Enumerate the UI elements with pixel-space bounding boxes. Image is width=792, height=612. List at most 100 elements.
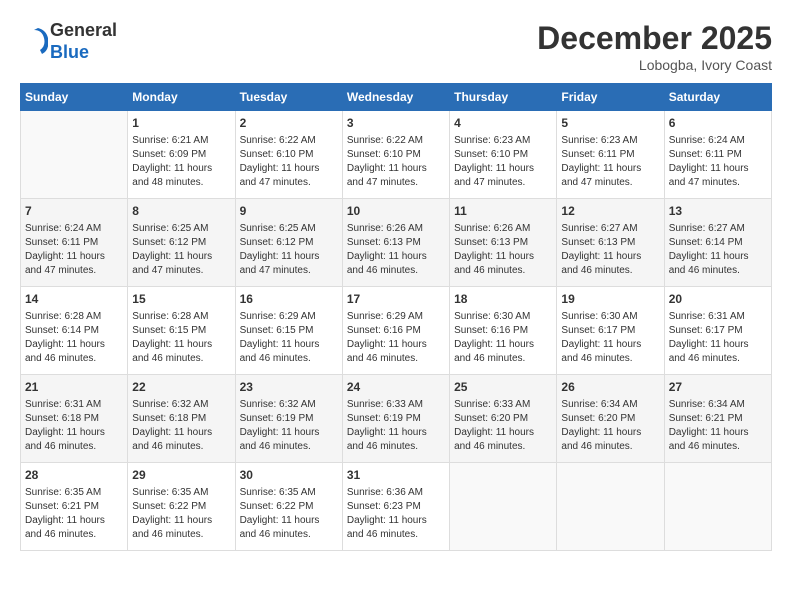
day-number: 22 bbox=[132, 379, 230, 396]
day-number: 31 bbox=[347, 467, 445, 484]
day-info: Sunrise: 6:31 AM Sunset: 6:17 PM Dayligh… bbox=[669, 310, 767, 366]
day-info: Sunrise: 6:32 AM Sunset: 6:18 PM Dayligh… bbox=[132, 398, 230, 454]
day-info: Sunrise: 6:26 AM Sunset: 6:13 PM Dayligh… bbox=[347, 222, 445, 278]
page-header: General Blue December 2025 Lobogba, Ivor… bbox=[20, 20, 772, 73]
header-tuesday: Tuesday bbox=[235, 84, 342, 111]
calendar-cell: 12 Sunrise: 6:27 AM Sunset: 6:13 PM Dayli… bbox=[557, 199, 664, 287]
day-info: Sunrise: 6:35 AM Sunset: 6:22 PM Dayligh… bbox=[240, 486, 338, 542]
day-number: 2 bbox=[240, 115, 338, 132]
day-info: Sunrise: 6:27 AM Sunset: 6:13 PM Dayligh… bbox=[561, 222, 659, 278]
header-wednesday: Wednesday bbox=[342, 84, 449, 111]
day-info: Sunrise: 6:31 AM Sunset: 6:18 PM Dayligh… bbox=[25, 398, 123, 454]
calendar-cell: 14 Sunrise: 6:28 AM Sunset: 6:14 PM Dayli… bbox=[21, 287, 128, 375]
day-info: Sunrise: 6:25 AM Sunset: 6:12 PM Dayligh… bbox=[240, 222, 338, 278]
header-saturday: Saturday bbox=[664, 84, 771, 111]
day-number: 23 bbox=[240, 379, 338, 396]
calendar-cell: 27 Sunrise: 6:34 AM Sunset: 6:21 PM Dayli… bbox=[664, 375, 771, 463]
day-number: 11 bbox=[454, 203, 552, 220]
calendar-cell: 18 Sunrise: 6:30 AM Sunset: 6:16 PM Dayli… bbox=[450, 287, 557, 375]
day-number: 30 bbox=[240, 467, 338, 484]
day-info: Sunrise: 6:29 AM Sunset: 6:15 PM Dayligh… bbox=[240, 310, 338, 366]
location: Lobogba, Ivory Coast bbox=[537, 57, 772, 73]
calendar-cell: 17Sunrise: 6:29 AM Sunset: 6:16 PM Dayli… bbox=[342, 287, 449, 375]
day-info: Sunrise: 6:23 AM Sunset: 6:10 PM Dayligh… bbox=[454, 134, 552, 190]
day-number: 8 bbox=[132, 203, 230, 220]
calendar-cell: 1Sunrise: 6:21 AM Sunset: 6:09 PM Daylig… bbox=[128, 111, 235, 199]
day-info: Sunrise: 6:27 AM Sunset: 6:14 PM Dayligh… bbox=[669, 222, 767, 278]
calendar-week-row: 28 Sunrise: 6:35 AM Sunset: 6:21 PM Dayli… bbox=[21, 463, 772, 551]
day-number: 12 bbox=[561, 203, 659, 220]
day-info: Sunrise: 6:22 AM Sunset: 6:10 PM Dayligh… bbox=[347, 134, 445, 190]
day-number: 7 bbox=[25, 203, 123, 220]
day-number: 18 bbox=[454, 291, 552, 308]
day-info: Sunrise: 6:34 AM Sunset: 6:21 PM Dayligh… bbox=[669, 398, 767, 454]
calendar-cell: 11Sunrise: 6:26 AM Sunset: 6:13 PM Dayli… bbox=[450, 199, 557, 287]
day-number: 9 bbox=[240, 203, 338, 220]
day-info: Sunrise: 6:33 AM Sunset: 6:20 PM Dayligh… bbox=[454, 398, 552, 454]
day-info: Sunrise: 6:30 AM Sunset: 6:16 PM Dayligh… bbox=[454, 310, 552, 366]
calendar-cell: 26 Sunrise: 6:34 AM Sunset: 6:20 PM Dayli… bbox=[557, 375, 664, 463]
calendar-cell bbox=[450, 463, 557, 551]
header-thursday: Thursday bbox=[450, 84, 557, 111]
day-number: 13 bbox=[669, 203, 767, 220]
day-info: Sunrise: 6:35 AM Sunset: 6:21 PM Dayligh… bbox=[25, 486, 123, 542]
logo-blue: Blue bbox=[50, 42, 89, 62]
calendar-cell: 23 Sunrise: 6:32 AM Sunset: 6:19 PM Dayli… bbox=[235, 375, 342, 463]
calendar-cell: 20 Sunrise: 6:31 AM Sunset: 6:17 PM Dayli… bbox=[664, 287, 771, 375]
day-info: Sunrise: 6:28 AM Sunset: 6:15 PM Dayligh… bbox=[132, 310, 230, 366]
day-number: 16 bbox=[240, 291, 338, 308]
month-title: December 2025 bbox=[537, 20, 772, 57]
calendar-cell: 29 Sunrise: 6:35 AM Sunset: 6:22 PM Dayli… bbox=[128, 463, 235, 551]
day-info: Sunrise: 6:30 AM Sunset: 6:17 PM Dayligh… bbox=[561, 310, 659, 366]
calendar-cell: 6Sunrise: 6:24 AM Sunset: 6:11 PM Daylig… bbox=[664, 111, 771, 199]
calendar-week-row: 21 Sunrise: 6:31 AM Sunset: 6:18 PM Dayli… bbox=[21, 375, 772, 463]
day-info: Sunrise: 6:23 AM Sunset: 6:11 PM Dayligh… bbox=[561, 134, 659, 190]
day-number: 5 bbox=[561, 115, 659, 132]
day-number: 27 bbox=[669, 379, 767, 396]
day-number: 4 bbox=[454, 115, 552, 132]
day-number: 1 bbox=[132, 115, 230, 132]
header-monday: Monday bbox=[128, 84, 235, 111]
day-info: Sunrise: 6:24 AM Sunset: 6:11 PM Dayligh… bbox=[669, 134, 767, 190]
calendar-cell: 8 Sunrise: 6:25 AM Sunset: 6:12 PM Daylig… bbox=[128, 199, 235, 287]
day-number: 17 bbox=[347, 291, 445, 308]
day-number: 25 bbox=[454, 379, 552, 396]
header-sunday: Sunday bbox=[21, 84, 128, 111]
day-number: 26 bbox=[561, 379, 659, 396]
day-info: Sunrise: 6:34 AM Sunset: 6:20 PM Dayligh… bbox=[561, 398, 659, 454]
calendar-header-row: SundayMondayTuesdayWednesdayThursdayFrid… bbox=[21, 84, 772, 111]
day-info: Sunrise: 6:33 AM Sunset: 6:19 PM Dayligh… bbox=[347, 398, 445, 454]
day-number: 20 bbox=[669, 291, 767, 308]
day-number: 15 bbox=[132, 291, 230, 308]
calendar-cell: 2 Sunrise: 6:22 AM Sunset: 6:10 PM Daylig… bbox=[235, 111, 342, 199]
logo-icon bbox=[20, 28, 48, 56]
calendar-cell: 9 Sunrise: 6:25 AM Sunset: 6:12 PM Daylig… bbox=[235, 199, 342, 287]
day-number: 29 bbox=[132, 467, 230, 484]
calendar-cell: 30 Sunrise: 6:35 AM Sunset: 6:22 PM Dayli… bbox=[235, 463, 342, 551]
logo-text: General Blue bbox=[50, 20, 117, 63]
day-number: 21 bbox=[25, 379, 123, 396]
day-info: Sunrise: 6:32 AM Sunset: 6:19 PM Dayligh… bbox=[240, 398, 338, 454]
day-number: 19 bbox=[561, 291, 659, 308]
day-info: Sunrise: 6:28 AM Sunset: 6:14 PM Dayligh… bbox=[25, 310, 123, 366]
day-number: 28 bbox=[25, 467, 123, 484]
header-friday: Friday bbox=[557, 84, 664, 111]
day-info: Sunrise: 6:25 AM Sunset: 6:12 PM Dayligh… bbox=[132, 222, 230, 278]
day-info: Sunrise: 6:24 AM Sunset: 6:11 PM Dayligh… bbox=[25, 222, 123, 278]
calendar-cell: 4 Sunrise: 6:23 AM Sunset: 6:10 PM Daylig… bbox=[450, 111, 557, 199]
logo-general: General bbox=[50, 20, 117, 40]
calendar-cell bbox=[664, 463, 771, 551]
calendar-cell: 24Sunrise: 6:33 AM Sunset: 6:19 PM Dayli… bbox=[342, 375, 449, 463]
day-info: Sunrise: 6:36 AM Sunset: 6:23 PM Dayligh… bbox=[347, 486, 445, 542]
calendar-cell: 28 Sunrise: 6:35 AM Sunset: 6:21 PM Dayli… bbox=[21, 463, 128, 551]
calendar-cell: 31 Sunrise: 6:36 AM Sunset: 6:23 PM Dayli… bbox=[342, 463, 449, 551]
day-info: Sunrise: 6:35 AM Sunset: 6:22 PM Dayligh… bbox=[132, 486, 230, 542]
calendar-cell: 13 Sunrise: 6:27 AM Sunset: 6:14 PM Dayli… bbox=[664, 199, 771, 287]
calendar-cell: 5 Sunrise: 6:23 AM Sunset: 6:11 PM Daylig… bbox=[557, 111, 664, 199]
day-number: 14 bbox=[25, 291, 123, 308]
calendar-cell: 19 Sunrise: 6:30 AM Sunset: 6:17 PM Dayli… bbox=[557, 287, 664, 375]
day-info: Sunrise: 6:22 AM Sunset: 6:10 PM Dayligh… bbox=[240, 134, 338, 190]
calendar-week-row: 7 Sunrise: 6:24 AM Sunset: 6:11 PM Daylig… bbox=[21, 199, 772, 287]
calendar-week-row: 1Sunrise: 6:21 AM Sunset: 6:09 PM Daylig… bbox=[21, 111, 772, 199]
day-number: 3 bbox=[347, 115, 445, 132]
